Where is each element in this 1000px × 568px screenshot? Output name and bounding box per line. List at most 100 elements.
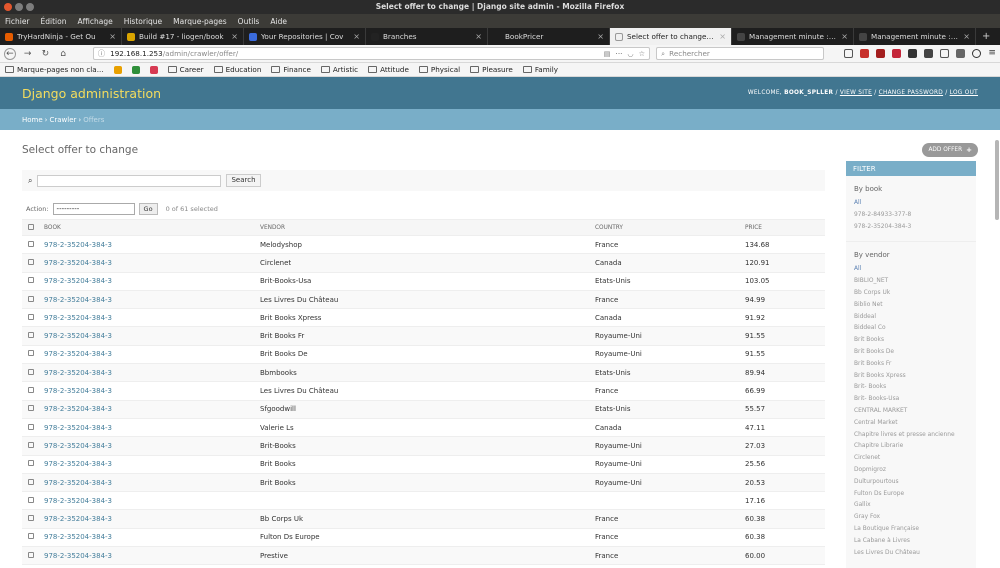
browser-tab[interactable]: Select offer to change | Dja ×: [610, 28, 732, 45]
filter-option[interactable]: Dulturpourtous: [846, 477, 976, 489]
browser-tab[interactable]: Build #17 - liogen/book ×: [122, 28, 244, 45]
home-icon[interactable]: ⌂: [57, 48, 69, 60]
cell-book-link[interactable]: 978-2-35204-384-3: [42, 491, 258, 511]
bookmark-item[interactable]: Marque-pages non cla...: [5, 65, 104, 74]
cell-book-link[interactable]: 978-2-35204-384-3: [42, 363, 258, 383]
reload-icon[interactable]: ↻: [39, 48, 51, 60]
cell-book-link[interactable]: 978-2-35204-384-3: [42, 400, 258, 419]
menu-item[interactable]: Aide: [270, 17, 287, 26]
close-window-button[interactable]: [4, 3, 12, 11]
browser-tab[interactable]: Management minute : 20 ×: [732, 28, 854, 45]
cell-book-link[interactable]: 978-2-35204-384-3: [42, 473, 258, 493]
bookmark-item[interactable]: Education: [213, 65, 261, 74]
filter-option[interactable]: All: [846, 198, 976, 210]
bookmark-item[interactable]: Pleasure: [470, 65, 513, 74]
reader-view-icon[interactable]: ▤: [604, 49, 611, 58]
menu-item[interactable]: Marque-pages: [173, 17, 227, 26]
close-tab-icon[interactable]: ×: [231, 32, 238, 41]
back-arrow-icon[interactable]: ←: [4, 47, 16, 60]
bookmark-star-icon[interactable]: ☆: [639, 49, 645, 58]
filter-option[interactable]: 978-2-35204-384-3: [846, 222, 976, 234]
filter-option[interactable]: BIBLIO_NET: [846, 276, 976, 288]
cell-book-link[interactable]: 978-2-35204-384-3: [42, 546, 258, 566]
close-tab-icon[interactable]: ×: [841, 32, 848, 41]
row-checkbox[interactable]: [28, 423, 34, 430]
row-checkbox[interactable]: [28, 332, 34, 339]
cell-book-link[interactable]: 978-2-35204-384-3: [42, 308, 258, 328]
select-all-checkbox[interactable]: [28, 223, 34, 230]
library-icon[interactable]: [844, 49, 854, 58]
extension-circle-icon[interactable]: [972, 49, 982, 58]
filter-option[interactable]: La Boutique Française: [846, 524, 976, 536]
close-tab-icon[interactable]: ×: [719, 32, 726, 41]
filter-option[interactable]: Gallix: [846, 500, 976, 512]
cell-book-link[interactable]: 978-2-35204-384-3: [42, 381, 258, 401]
info-icon[interactable]: ⓘ: [98, 49, 105, 59]
extension-check-icon[interactable]: [956, 49, 966, 58]
filter-option[interactable]: Biblio Net: [846, 300, 976, 312]
row-checkbox[interactable]: [28, 277, 34, 284]
filter-option[interactable]: Brit- Books: [846, 382, 976, 394]
cell-book-link[interactable]: 978-2-35204-384-3: [42, 418, 258, 438]
filter-option[interactable]: Brit Books Fr: [846, 359, 976, 371]
row-checkbox[interactable]: [28, 350, 34, 357]
extension-e-icon[interactable]: [940, 49, 950, 58]
bookmark-item[interactable]: Family: [522, 65, 558, 74]
bookmark-item[interactable]: Attitude: [368, 65, 409, 74]
row-checkbox[interactable]: [28, 533, 34, 540]
close-tab-icon[interactable]: ×: [597, 32, 604, 41]
row-checkbox[interactable]: [28, 240, 34, 247]
filter-option[interactable]: CENTRAL MARKET: [846, 406, 976, 418]
bookmark-item[interactable]: Physical: [418, 65, 460, 74]
row-checkbox[interactable]: [28, 405, 34, 412]
row-checkbox[interactable]: [28, 515, 34, 522]
bookmark-item[interactable]: Career: [167, 65, 204, 74]
cell-book-link[interactable]: 978-2-35204-384-3: [42, 326, 258, 346]
cell-book-link[interactable]: 978-2-35204-384-3: [42, 436, 258, 456]
browser-tab[interactable]: TryHardNinja - Get Ou ×: [0, 28, 122, 45]
breadcrumb-crawler[interactable]: Crawler: [49, 116, 76, 124]
cell-book-link[interactable]: 978-2-35204-384-3: [42, 290, 258, 310]
extension-pdf-icon[interactable]: [892, 49, 902, 58]
changelist-search-input[interactable]: [37, 174, 222, 187]
bookmark-item[interactable]: [149, 65, 158, 74]
action-select[interactable]: ---------: [52, 202, 135, 215]
row-checkbox[interactable]: [28, 460, 34, 467]
row-checkbox[interactable]: [28, 313, 34, 320]
menu-item[interactable]: Historique: [124, 17, 162, 26]
filter-option[interactable]: 978-2-84933-377-8: [846, 210, 976, 222]
cell-book-link[interactable]: 978-2-35204-384-3: [42, 253, 258, 273]
menu-icon[interactable]: ≡: [988, 49, 996, 58]
add-offer-button[interactable]: ADD OFFER +: [922, 143, 978, 157]
extension-puzzle-icon[interactable]: [924, 49, 934, 58]
bookmark-item[interactable]: [131, 65, 140, 74]
bookmark-item[interactable]: Finance: [271, 65, 311, 74]
page-actions-icon[interactable]: ···: [616, 49, 623, 58]
minimize-window-button[interactable]: [15, 3, 23, 11]
filter-option[interactable]: Dopmigroz: [846, 465, 976, 477]
column-header-vendor[interactable]: Vendor: [258, 219, 593, 236]
filter-option[interactable]: Brit Books Xpress: [846, 371, 976, 383]
extension-dark-icon[interactable]: [908, 49, 918, 58]
filter-option[interactable]: Brit Books De: [846, 347, 976, 359]
search-bar[interactable]: ⌕ Rechercher: [656, 47, 825, 60]
filter-option[interactable]: Central Market: [846, 418, 976, 430]
cell-book-link[interactable]: 978-2-35204-384-3: [42, 272, 258, 291]
cell-book-link[interactable]: 978-2-35204-384-3: [42, 235, 258, 255]
filter-option[interactable]: All: [846, 264, 976, 276]
filter-option[interactable]: Bb Corps Uk: [846, 288, 976, 300]
filter-option[interactable]: Brit- Books-Usa: [846, 394, 976, 406]
row-checkbox[interactable]: [28, 368, 34, 375]
column-header-country[interactable]: Country: [593, 219, 743, 236]
filter-option[interactable]: Fulton Ds Europe: [846, 489, 976, 501]
filter-option[interactable]: Gray Fox: [846, 512, 976, 524]
filter-option[interactable]: Circlenet: [846, 453, 976, 465]
bookmark-item[interactable]: Artistic: [320, 65, 358, 74]
row-checkbox[interactable]: [28, 478, 34, 485]
filter-option[interactable]: Chapitre Librarie: [846, 441, 976, 453]
filter-option[interactable]: Brit Books: [846, 335, 976, 347]
filter-option[interactable]: Les Livres Du Château: [846, 548, 976, 560]
row-checkbox[interactable]: [28, 387, 34, 394]
browser-tab[interactable]: Branches ×: [366, 28, 488, 45]
filter-option[interactable]: Chapitre livres et presse ancienne: [846, 430, 976, 442]
